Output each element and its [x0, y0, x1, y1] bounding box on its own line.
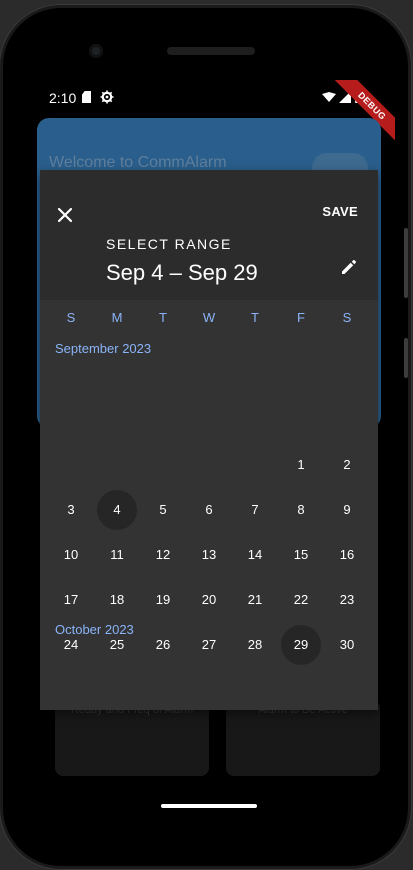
calendar-day[interactable]: 18 — [97, 580, 137, 620]
calendar-day[interactable]: 8 — [281, 490, 321, 530]
calendar-day[interactable]: 11 — [97, 535, 137, 575]
calendar-day[interactable]: 20 — [189, 580, 229, 620]
front-camera — [89, 44, 103, 58]
save-button[interactable]: SAVE — [322, 204, 358, 219]
close-icon[interactable] — [56, 206, 74, 224]
calendar-day[interactable]: 3 — [51, 490, 91, 530]
calendar-day[interactable]: 23 — [327, 580, 367, 620]
picker-header: SAVE SELECT RANGE Sep 4 – Sep 29 — [40, 170, 378, 300]
calendar-day[interactable]: 9 — [327, 490, 367, 530]
calendar-day[interactable]: 4 — [97, 490, 137, 530]
calendar-day[interactable]: 5 — [143, 490, 183, 530]
calendar-day[interactable]: 15 — [281, 535, 321, 575]
calendar-day[interactable]: 16 — [327, 535, 367, 575]
volume-button — [404, 338, 408, 378]
active-alarm-tile[interactable]: Alarm to Be Active — [226, 700, 380, 776]
sd-card-icon — [82, 91, 91, 103]
edit-icon[interactable] — [340, 258, 358, 276]
month-label-october: October 2023 — [55, 622, 134, 637]
weekday-header-row: S M T W T F S — [48, 310, 370, 328]
power-button — [404, 228, 408, 298]
calendar-day[interactable]: 17 — [51, 580, 91, 620]
weekday-label: S — [342, 310, 352, 325]
calendar-day[interactable]: 13 — [189, 535, 229, 575]
selected-range-text: Sep 4 – Sep 29 — [106, 260, 258, 285]
weekday-label: S — [66, 310, 76, 325]
weekday-label: T — [159, 310, 167, 325]
calendar-day[interactable]: 29 — [281, 625, 321, 665]
calendar-day[interactable]: 12 — [143, 535, 183, 575]
calendar-day[interactable]: 2 — [327, 445, 367, 485]
select-range-label: SELECT RANGE — [106, 236, 232, 252]
calendar-day[interactable]: 10 — [51, 535, 91, 575]
calendar-day[interactable]: 27 — [189, 625, 229, 665]
calendar-day[interactable]: 1 — [281, 445, 321, 485]
speaker-grille — [167, 47, 255, 55]
calendar-day[interactable]: 30 — [327, 625, 367, 665]
status-time: 2:10 — [49, 90, 77, 106]
weekday-label: F — [297, 310, 305, 325]
weekday-label: M — [111, 310, 123, 325]
weekday-label: W — [202, 310, 216, 325]
home-indicator[interactable] — [161, 804, 257, 808]
wifi-icon — [322, 92, 336, 102]
calendar-day[interactable]: 6 — [189, 490, 229, 530]
calendar-day[interactable]: 19 — [143, 580, 183, 620]
month-label-september: September 2023 — [55, 341, 152, 356]
frequency-tile[interactable]: Ready and Freq of Alarm — [55, 700, 209, 776]
weekday-label: T — [251, 310, 259, 325]
calendar-day[interactable]: 28 — [235, 625, 275, 665]
gear-icon — [100, 90, 114, 104]
screen: 2:10 DEBUG Welcome to CommAlarm Ready an… — [22, 80, 395, 828]
calendar-day[interactable]: 26 — [143, 625, 183, 665]
date-range-picker-dialog: SAVE SELECT RANGE Sep 4 – Sep 29 S M T W… — [40, 170, 378, 710]
calendar-day[interactable]: 22 — [281, 580, 321, 620]
calendar-day[interactable]: 14 — [235, 535, 275, 575]
status-bar: 2:10 DEBUG — [22, 80, 395, 144]
calendar-day[interactable]: 21 — [235, 580, 275, 620]
calendar-day[interactable]: 7 — [235, 490, 275, 530]
phone-frame: 2:10 DEBUG Welcome to CommAlarm Ready an… — [3, 8, 408, 866]
